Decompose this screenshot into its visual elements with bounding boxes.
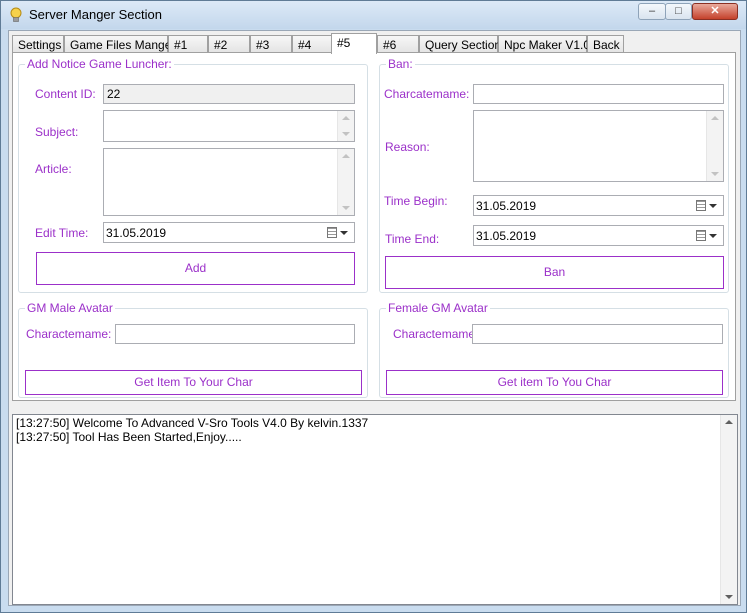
- minimize-button[interactable]: –: [638, 3, 666, 20]
- window-title: Server Manger Section: [29, 7, 162, 22]
- tab-5[interactable]: #5: [331, 33, 377, 54]
- maximize-button[interactable]: □: [665, 3, 692, 20]
- calendar-icon: [327, 227, 337, 238]
- ban-button[interactable]: Ban: [385, 256, 724, 289]
- time-begin-label: Time Begin:: [384, 194, 448, 208]
- content-id-field[interactable]: 22: [103, 84, 355, 104]
- subject-field[interactable]: [103, 110, 355, 142]
- tab-back[interactable]: Back: [587, 35, 624, 53]
- ban-group-title: Ban:: [386, 57, 415, 71]
- tab-4[interactable]: #4: [292, 35, 332, 53]
- gm-female-group-title: Female GM Avatar: [386, 301, 490, 315]
- tab-settings[interactable]: Settings: [12, 35, 64, 53]
- tab-query-section[interactable]: Query Section: [419, 35, 501, 53]
- gm-female-charname-label: Charactemame:: [393, 327, 479, 341]
- ban-charname-field[interactable]: [473, 84, 724, 104]
- tab-3[interactable]: #3: [250, 35, 292, 53]
- dropdown-arrow-icon: [340, 231, 348, 235]
- time-end-label: Time End:: [385, 232, 440, 246]
- subject-scrollbar[interactable]: [337, 111, 354, 141]
- tab-6[interactable]: #6: [377, 35, 419, 53]
- gm-female-group: Female GM Avatar Charactemame: Get item …: [379, 301, 729, 398]
- gm-male-group: GM Male Avatar Charactemame: Get Item To…: [18, 301, 368, 398]
- content-id-label: Content ID:: [35, 87, 96, 101]
- time-end-picker[interactable]: 31.05.2019: [473, 225, 724, 246]
- app-lightbulb-icon: [10, 7, 22, 22]
- edit-time-picker[interactable]: 31.05.2019: [103, 222, 355, 243]
- article-scrollbar[interactable]: [337, 149, 354, 215]
- log-lines: [13:27:50] Welcome To Advanced V-Sro Too…: [16, 416, 368, 444]
- calendar-icon: [696, 230, 706, 241]
- ban-charname-label: Charcatemame:: [384, 87, 470, 101]
- close-button[interactable]: ✕: [692, 3, 738, 20]
- gm-male-charname-label: Charactemame:: [26, 327, 112, 341]
- gm-male-get-item-button[interactable]: Get Item To Your Char: [25, 370, 362, 395]
- gm-male-group-title: GM Male Avatar: [25, 301, 115, 315]
- article-field[interactable]: [103, 148, 355, 216]
- calendar-icon: [696, 200, 706, 211]
- tab-page: Add Notice Game Luncher: Content ID: 22 …: [12, 52, 736, 401]
- reason-field[interactable]: [473, 110, 724, 182]
- reason-scrollbar[interactable]: [706, 111, 723, 181]
- title-bar[interactable]: Server Manger Section – □ ✕: [1, 1, 746, 29]
- dropdown-arrow-icon: [709, 234, 717, 238]
- notice-group: Add Notice Game Luncher: Content ID: 22 …: [18, 57, 368, 293]
- log-output[interactable]: [13:27:50] Welcome To Advanced V-Sro Too…: [12, 414, 738, 605]
- gm-male-charname-field[interactable]: [115, 324, 355, 344]
- tab-1[interactable]: #1: [168, 35, 208, 53]
- notice-group-title: Add Notice Game Luncher:: [25, 57, 174, 71]
- dropdown-arrow-icon: [709, 204, 717, 208]
- subject-label: Subject:: [35, 125, 79, 139]
- tab-game-files-manger[interactable]: Game Files Manger: [64, 35, 175, 53]
- reason-label: Reason:: [385, 140, 430, 154]
- tab-npc-maker[interactable]: Npc Maker V1.0: [498, 35, 590, 53]
- gm-female-get-item-button[interactable]: Get item To You Char: [386, 370, 723, 395]
- time-end-value: 31.05.2019: [476, 229, 537, 243]
- client-area: Settings Game Files Manger #1 #2 #3 #4 #…: [8, 30, 741, 606]
- edit-time-value: 31.05.2019: [106, 226, 167, 240]
- article-label: Article:: [35, 162, 72, 176]
- log-scrollbar[interactable]: [720, 415, 737, 604]
- edit-time-label: Edit Time:: [35, 226, 89, 240]
- log-line: [13:27:50] Welcome To Advanced V-Sro Too…: [16, 416, 369, 430]
- tab-2[interactable]: #2: [208, 35, 250, 53]
- time-begin-picker[interactable]: 31.05.2019: [473, 195, 724, 216]
- main-window: Server Manger Section – □ ✕ Settings Gam…: [0, 0, 747, 613]
- gm-female-charname-field[interactable]: [472, 324, 723, 344]
- log-line: [13:27:50] Tool Has Been Started,Enjoy..…: [16, 430, 242, 444]
- add-button[interactable]: Add: [36, 252, 355, 285]
- time-begin-value: 31.05.2019: [476, 199, 537, 213]
- ban-group: Ban: Charcatemame: Reason: Time Begin: 3…: [379, 57, 729, 293]
